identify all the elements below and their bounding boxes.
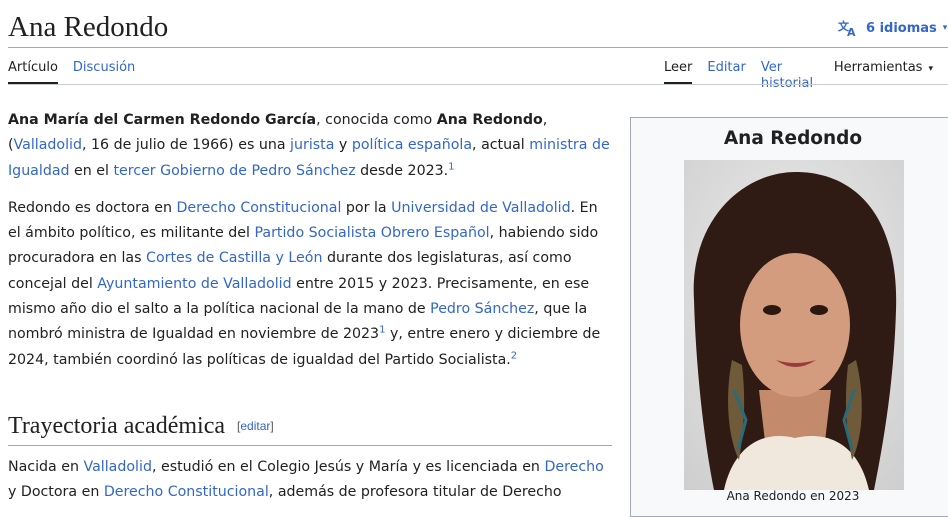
text: , conocida como [316,112,437,128]
portrait-photo[interactable] [684,160,904,490]
title-divider [8,47,948,48]
link-politica-espanola[interactable]: política española [352,137,472,153]
page-title: Ana Redondo [8,11,169,43]
text: Redondo es doctora en [8,199,177,216]
link-derecho[interactable]: Derecho [544,459,603,475]
full-name: Ana María del Carmen Redondo García [8,112,317,128]
link-psoe[interactable]: Partido Socialista Obrero Español [254,225,489,241]
tab-article[interactable]: Artículo [8,60,58,84]
link-jurista[interactable]: jurista [290,137,334,153]
tools-menu[interactable]: Herramientas ▾ [834,60,933,84]
section-edit-link[interactable]: editar [240,419,270,433]
infobox: Ana Redondo Ana Redondo en 2023 [630,117,948,517]
intro-paragraph-1: Ana María del Carmen Redondo García, con… [8,108,612,184]
chevron-down-icon: ▾ [928,64,933,74]
link-ayuntamiento-valladolid[interactable]: Ayuntamiento de Valladolid [97,276,291,292]
link-derecho-constitucional[interactable]: Derecho Constitucional [104,484,269,500]
infobox-title: Ana Redondo [723,128,863,149]
article-intro: Ana María del Carmen Redondo García, con… [8,108,612,385]
text: desde 2023. [355,162,449,179]
svg-text:A: A [847,26,856,37]
short-name: Ana Redondo [436,112,543,128]
link-cortes-castilla-leon[interactable]: Cortes de Castilla y León [146,250,322,266]
link-derecho-constitucional[interactable]: Derecho Constitucional [176,200,341,216]
translate-icon: 文 A [838,19,856,37]
intro-paragraph-2: Redondo es doctora en Derecho Constituci… [8,196,612,373]
text: en el [69,162,114,179]
text: , además de profesora titular de Derecho [268,484,562,501]
bracket: ] [270,419,274,433]
text: Nacida en [8,459,84,475]
text: , actual [472,137,530,154]
section-body: Nacida en Valladolid, estudió en el Cole… [8,455,612,506]
section-heading-trayectoria: Trayectoria académica [editar] [8,408,612,446]
text: , 16 de julio de 1966) es una [82,137,291,154]
section-heading-text: Trayectoria académica [8,413,225,439]
languages-label: 6 idiomas [866,20,937,36]
chevron-down-icon: ▾ [942,23,948,33]
tools-label: Herramientas [833,60,923,75]
view-tabs: Leer Editar Ver historial Herramientas ▾ [664,60,948,91]
link-universidad-valladolid[interactable]: Universidad de Valladolid [391,200,571,216]
reference-2[interactable]: 2 [511,350,517,361]
tab-history[interactable]: Ver historial [761,60,819,91]
tab-discussion[interactable]: Discusión [73,60,135,84]
text: y Doctora en [8,484,104,501]
tab-edit[interactable]: Editar [707,60,746,84]
text: y [334,137,352,154]
link-tercer-gobierno[interactable]: tercer Gobierno de Pedro Sánchez [113,163,355,179]
text: por la [341,199,392,216]
infobox-caption: Ana Redondo en 2023 [726,489,860,503]
link-valladolid[interactable]: Valladolid [84,459,152,475]
link-pedro-sanchez[interactable]: Pedro Sánchez [430,301,534,317]
tab-read[interactable]: Leer [664,60,693,84]
text: , estudió en el Colegio Jesús y María y … [151,459,545,475]
language-selector[interactable]: 文 A 6 idiomas ▾ [838,17,947,39]
reference-1[interactable]: 1 [448,161,454,172]
tabs-divider [8,84,948,85]
portrait-image [684,160,904,490]
namespace-tabs: Artículo Discusión [8,60,150,84]
section-edit: [editar] [237,419,274,433]
link-valladolid[interactable]: Valladolid [14,137,82,153]
